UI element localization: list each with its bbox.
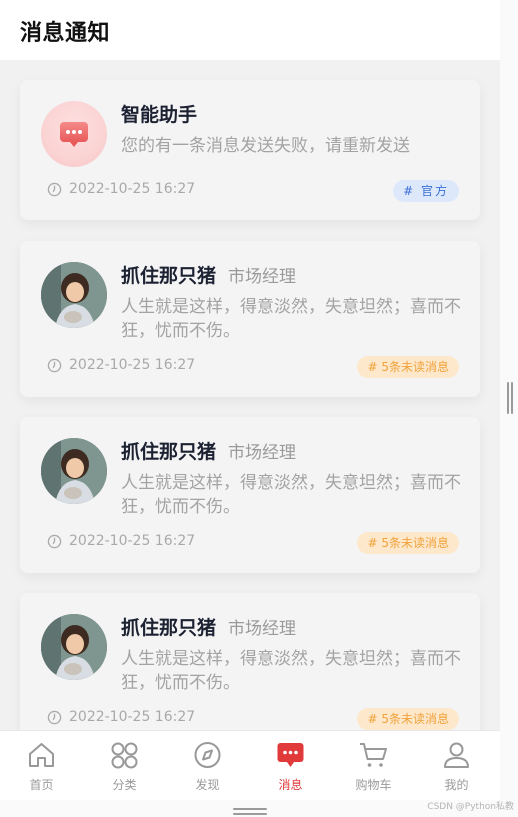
sender-name: 抓住那只猪	[121, 265, 217, 287]
sender-name: 抓住那只猪	[121, 617, 217, 639]
tab-label: 我的	[444, 778, 469, 792]
tab-label: 购物车	[355, 778, 392, 792]
tab-label: 消息	[278, 778, 303, 792]
message-icon	[277, 743, 304, 767]
tab-message[interactable]: 消息	[249, 731, 332, 800]
card-title: 抓住那只猪 市场经理	[121, 613, 296, 640]
tab-cart[interactable]: 购物车	[332, 731, 415, 800]
sender-role: 市场经理	[228, 267, 297, 287]
user-icon	[444, 742, 469, 768]
clock-icon	[47, 182, 62, 196]
tab-discover[interactable]: 发现	[166, 731, 249, 800]
category-icon	[111, 742, 138, 769]
tab-home[interactable]: 首页	[0, 731, 83, 800]
tab-label: 分类	[112, 778, 137, 792]
card-desc: 人生就是这样，得意淡然，失意坦然；喜而不狂，忧而不伤。	[121, 649, 461, 693]
header: 消息通知	[0, 0, 500, 60]
message-card[interactable]: 抓住那只猪 市场经理 人生就是这样，得意淡然，失意坦然；喜而不狂，忧而不伤。 20…	[20, 593, 480, 749]
tab-label: 发现	[195, 778, 220, 792]
sender-role: 市场经理	[228, 443, 297, 463]
card-title: 智能助手	[121, 104, 198, 126]
card-time: 2022-10-25 16:27	[47, 709, 195, 725]
card-desc: 您的有一条消息发送失败，请重新发送	[121, 136, 410, 156]
home-icon	[29, 743, 54, 767]
card-time: 2022-10-25 16:27	[47, 181, 195, 197]
resize-handle-right[interactable]	[507, 382, 514, 414]
resize-handle-bottom[interactable]	[233, 808, 267, 816]
card-time-text: 2022-10-25 16:27	[69, 357, 196, 373]
message-page: 消息通知 智能助手 您的有一条消息发送失败，请重新发送 2022-10-25 1…	[0, 0, 500, 800]
card-desc: 人生就是这样，得意淡然，失意坦然；喜而不狂，忧而不伤。	[121, 297, 461, 341]
avatar	[41, 438, 107, 504]
tab-mine[interactable]: 我的	[415, 731, 498, 800]
assistant-avatar	[41, 101, 107, 167]
page-title: 消息通知	[20, 21, 111, 46]
watermark: CSDN @Python私教	[427, 802, 514, 812]
unread-badge: # 5条未读消息	[357, 708, 459, 730]
card-desc: 人生就是这样，得意淡然，失意坦然；喜而不狂，忧而不伤。	[121, 473, 461, 517]
bottom-tab-bar: 首页 分类 发现 消息 购物车 我的	[0, 730, 500, 800]
avatar	[41, 262, 107, 328]
message-card[interactable]: 抓住那只猪 市场经理 人生就是这样，得意淡然，失意坦然；喜而不狂，忧而不伤。 20…	[20, 241, 480, 397]
unread-badge: # 5条未读消息	[357, 356, 459, 378]
tab-label: 首页	[29, 778, 54, 792]
sender-name: 抓住那只猪	[121, 441, 217, 463]
tab-category[interactable]: 分类	[83, 731, 166, 800]
card-time-text: 2022-10-25 16:27	[69, 181, 196, 197]
clock-icon	[47, 710, 62, 724]
card-time: 2022-10-25 16:27	[47, 357, 195, 373]
message-card[interactable]: 抓住那只猪 市场经理 人生就是这样，得意淡然，失意坦然；喜而不狂，忧而不伤。 20…	[20, 417, 480, 573]
card-time-text: 2022-10-25 16:27	[69, 533, 196, 549]
avatar-photo	[41, 438, 107, 504]
chat-bubble-icon	[60, 122, 88, 147]
avatar	[41, 614, 107, 680]
sender-role: 市场经理	[228, 619, 297, 639]
clock-icon	[47, 534, 62, 548]
avatar-photo	[41, 262, 107, 328]
card-time-text: 2022-10-25 16:27	[69, 709, 196, 725]
cart-icon	[360, 743, 387, 767]
clock-icon	[47, 358, 62, 372]
official-badge: # 官方	[393, 180, 459, 202]
avatar-photo	[41, 614, 107, 680]
card-time: 2022-10-25 16:27	[47, 533, 195, 549]
unread-badge: # 5条未读消息	[357, 532, 459, 554]
card-title: 抓住那只猪 市场经理	[121, 261, 296, 288]
card-title: 抓住那只猪 市场经理	[121, 437, 296, 464]
compass-icon	[194, 742, 221, 768]
message-card-assistant[interactable]: 智能助手 您的有一条消息发送失败，请重新发送 2022-10-25 16:27 …	[20, 80, 480, 220]
